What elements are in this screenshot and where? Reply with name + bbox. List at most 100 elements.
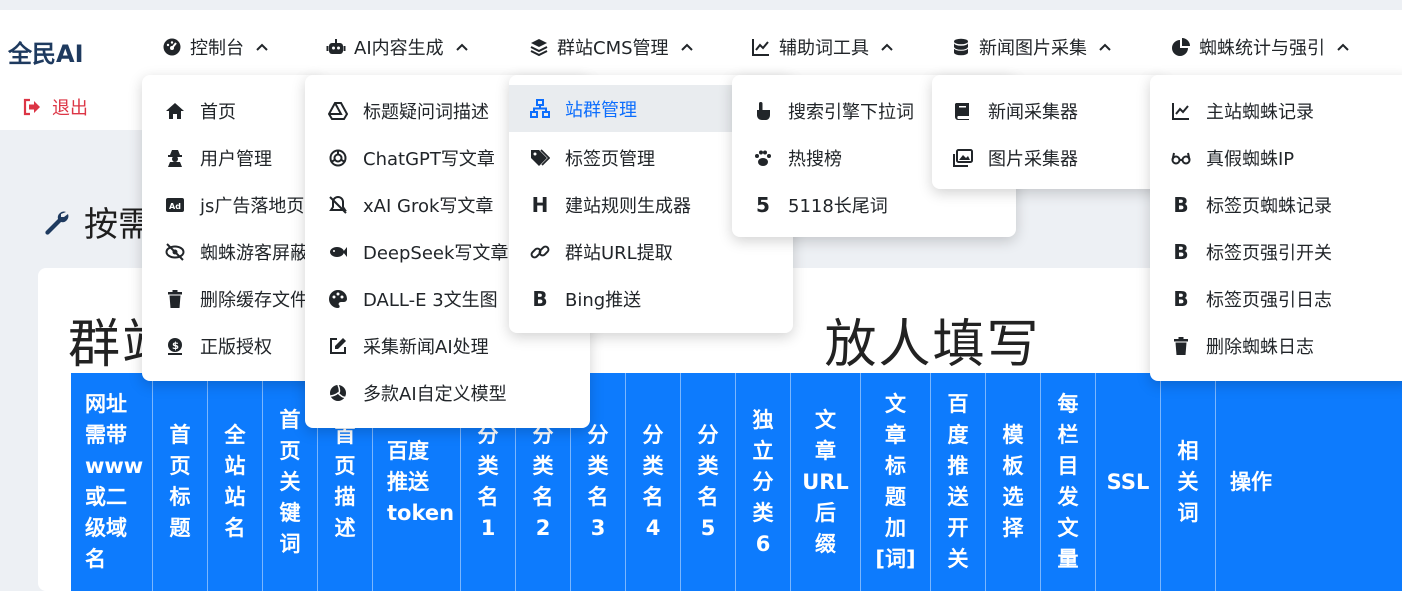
eye-slash-icon [164,241,186,263]
menu-item-delete-spider-log[interactable]: 删除蜘蛛日志 [1150,322,1402,369]
menu-item-clear-cache[interactable]: 删除缓存文件 [142,275,322,322]
nav-news-images[interactable]: 新闻图片采集 [951,33,1115,61]
chevron-up-icon [1095,37,1115,57]
google-drive-icon [327,100,349,122]
nav-label: AI内容生成 [354,38,444,59]
menu-item-label: 首页 [200,101,236,123]
tags-icon [529,147,551,169]
chevron-up-icon [677,37,697,57]
pie-chart-icon [1171,37,1191,57]
fish-icon [327,241,349,263]
nav-label: 新闻图片采集 [979,38,1087,59]
nav-spider[interactable]: 蜘蛛统计与强引 [1171,33,1353,61]
menu-item-tag-spider[interactable]: B 标签页蜘蛛记录 [1150,181,1402,228]
edit-icon [327,335,349,357]
svg-text:Ad: Ad [169,202,181,211]
menu-item-label: 标签页蜘蛛记录 [1206,195,1332,217]
five-icon: 5 [756,192,770,217]
dropdown-spider: 主站蜘蛛记录 真假蜘蛛IP B 标签页蜘蛛记录 B 标签页强引开关 B 标签页强… [1150,75,1402,381]
nav-ai-content[interactable]: AI内容生成 [326,33,472,61]
chart-line-icon [751,37,771,57]
menu-item-label: DeepSeek写文章 [363,242,509,264]
sitemap-icon [529,98,551,120]
paw-icon [752,147,774,169]
menu-item-license[interactable]: $ 正版授权 [142,322,322,369]
col-header: 首 页 标 题 [153,373,208,591]
bing-icon: B [532,286,548,311]
menu-item-news-collector[interactable]: 新闻采集器 [932,87,1164,134]
menu-item-label: 新闻采集器 [988,101,1078,123]
database-icon [951,37,971,57]
menu-item-label: 站群管理 [565,99,637,121]
col-header: 网址 需带 www 或二 级域 名 [71,373,153,591]
logout-icon [22,97,42,117]
menu-item-main-spider[interactable]: 主站蜘蛛记录 [1150,87,1402,134]
menu-item-label: 图片采集器 [988,148,1078,170]
menu-item-label: 采集新闻AI处理 [363,336,489,358]
home-icon [164,100,186,122]
user-secret-icon [164,147,186,169]
menu-item-tag-force-toggle[interactable]: B 标签页强引开关 [1150,228,1402,275]
images-icon [952,147,974,169]
openai-icon [327,147,349,169]
col-header: 操作 [1230,469,1272,494]
nav-console[interactable]: 控制台 [162,33,272,61]
menu-item-label: Bing推送 [565,289,642,311]
menu-item-users[interactable]: 用户管理 [142,134,322,181]
bing-icon: B [1173,192,1189,217]
menu-item-label: 主站蜘蛛记录 [1206,101,1314,123]
menu-item-label: 蜘蛛游客屏蔽 [200,242,308,264]
menu-item-label: 热搜榜 [788,148,842,170]
menu-item-label: 删除缓存文件 [200,289,308,311]
menu-item-label: 标签页强引开关 [1206,242,1332,264]
col-header: 文 章 URL 后 缀 [791,373,861,591]
nav-label: 控制台 [190,38,244,59]
menu-item-custom-models[interactable]: 多款AI自定义模型 [305,369,590,416]
dropdown-console: 首页 用户管理 Ad js广告落地页 蜘蛛游客屏蔽 删除缓存文件 $ 正版授权 [142,75,322,381]
nav-word-tools[interactable]: 辅助词工具 [751,33,897,61]
logout-link[interactable]: 退出 [22,94,88,120]
col-header: 全 站 站 名 [208,373,263,591]
menu-item-spider-block[interactable]: 蜘蛛游客屏蔽 [142,228,322,275]
nav-label: 群站CMS管理 [557,38,669,59]
logout-label: 退出 [52,98,88,119]
dropdown-news-images: 新闻采集器 图片采集器 [932,75,1164,189]
book-icon [952,100,974,122]
menu-item-bing-push[interactable]: B Bing推送 [509,275,793,322]
trash-icon [1170,335,1192,357]
layers-icon [529,37,549,57]
site-table-header: 网址 需带 www 或二 级域 名 首 页 标 题 全 站 站 名 首 页 关 … [71,373,1402,591]
menu-item-label: 多款AI自定义模型 [363,383,507,405]
brand-logo[interactable]: 全民AI [8,34,84,69]
bell-slash-icon [327,194,349,216]
nav-cms[interactable]: 群站CMS管理 [529,33,697,61]
nav-label: 蜘蛛统计与强引 [1199,38,1325,59]
menu-item-label: 用户管理 [200,148,272,170]
col-header: 模 板 选 择 [986,373,1041,591]
svg-text:$: $ [172,341,179,352]
robot-icon [326,37,346,57]
menu-item-label: 标签页管理 [565,148,655,170]
volleyball-icon [327,382,349,404]
bing-icon: B [1173,286,1189,311]
chart-line-icon [1170,100,1192,122]
menu-item-js-ad[interactable]: Ad js广告落地页 [142,181,322,228]
col-header: 独 立 分 类 6 [736,373,791,591]
col-header: SSL [1096,373,1161,591]
menu-item-spider-ip[interactable]: 真假蜘蛛IP [1150,134,1402,181]
trash-icon [164,288,186,310]
glasses-icon [1170,147,1192,169]
menu-item-home[interactable]: 首页 [142,87,322,134]
menu-item-label: 标题疑问词描述 [363,101,489,123]
menu-item-image-collector[interactable]: 图片采集器 [932,134,1164,181]
col-header: 文 章 标 题 加 [词] [861,373,931,591]
menu-item-tag-force-log[interactable]: B 标签页强引日志 [1150,275,1402,322]
gauge-icon [162,37,182,57]
menu-item-label: xAI Grok写文章 [363,195,494,217]
chevron-up-icon [877,37,897,57]
menu-item-label: 真假蜘蛛IP [1206,148,1295,170]
menu-item-label: 5118长尾词 [788,195,888,217]
menu-item-label: ChatGPT写文章 [363,148,495,170]
chevron-up-icon [252,37,272,57]
menu-item-label: 正版授权 [200,336,272,358]
